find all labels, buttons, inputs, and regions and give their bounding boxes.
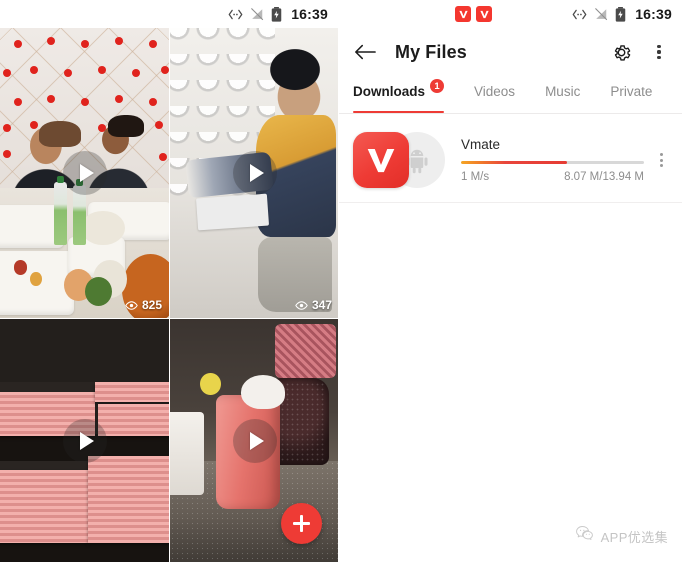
view-count-1-label: 825 [141, 298, 162, 312]
right-phone-screen: 16:39 My Files Downloads 1 Videos Music … [338, 0, 682, 562]
eye-icon [125, 300, 138, 310]
left-status-bar: 16:39 [0, 0, 338, 28]
battery-charging-icon [271, 6, 282, 22]
tab-downloads-label: Downloads [353, 83, 426, 99]
tab-private[interactable]: Private [610, 76, 652, 113]
tab-music[interactable]: Music [545, 76, 580, 113]
gear-icon[interactable] [610, 41, 632, 63]
play-button[interactable] [232, 419, 277, 463]
left-status-icons: 16:39 [228, 6, 328, 22]
tab-downloads[interactable]: Downloads 1 [353, 76, 445, 113]
downloads-list: Vmate 1 M/s 8.07 M/13.94 M [339, 114, 682, 203]
right-status-time: 16:39 [635, 6, 672, 22]
play-triangle-icon [79, 432, 94, 450]
right-status-bar: 16:39 [339, 0, 682, 28]
view-count-2: 347 [295, 298, 332, 312]
more-vertical-icon[interactable] [650, 152, 672, 168]
app-bar-actions [610, 41, 670, 63]
tab-private-label: Private [610, 83, 653, 99]
play-triangle-icon [249, 432, 264, 450]
download-thumbnail [353, 132, 445, 188]
video-grid: 825 347 [0, 28, 338, 562]
app-bar: My Files [339, 28, 682, 76]
tab-videos-label: Videos [474, 83, 516, 99]
play-button[interactable] [62, 419, 107, 463]
overflow-dots [657, 44, 661, 60]
wechat-logo-icon [575, 524, 594, 548]
right-status-notifications [349, 6, 572, 22]
download-meta: 1 M/s 8.07 M/13.94 M [461, 171, 644, 183]
view-count-2-label: 347 [311, 298, 332, 312]
left-status-time: 16:39 [291, 6, 328, 22]
download-overflow-dots [659, 152, 663, 168]
page-title: My Files [395, 41, 467, 62]
video-thumbnail-1[interactable]: 825 [0, 28, 169, 318]
download-speed: 1 M/s [461, 171, 490, 184]
signal-off-icon [594, 7, 608, 21]
watermark: APP优选集 [575, 524, 668, 548]
usb-debugging-icon [572, 8, 587, 21]
download-item[interactable]: Vmate 1 M/s 8.07 M/13.94 M [339, 120, 682, 203]
download-progress-fill [461, 160, 568, 165]
tab-videos[interactable]: Videos [474, 76, 515, 113]
tab-bar: Downloads 1 Videos Music Private [339, 76, 682, 114]
usb-debugging-icon [228, 8, 243, 21]
tab-downloads-badge: 1 [430, 79, 445, 93]
signal-off-icon [250, 7, 264, 21]
left-phone-screen: 16:39 825 347 [0, 0, 338, 562]
battery-charging-icon [615, 6, 626, 22]
video-thumbnail-3[interactable] [0, 319, 169, 562]
more-vertical-icon[interactable] [648, 41, 670, 63]
video-thumbnail-2[interactable]: 347 [170, 28, 338, 318]
vmate-app-icon [353, 132, 409, 188]
download-file-name: Vmate [461, 136, 501, 152]
back-arrow-icon[interactable] [353, 40, 377, 64]
download-progress-bar [461, 160, 644, 165]
vmate-notification-icon [476, 6, 493, 22]
play-button[interactable] [232, 151, 277, 195]
eye-icon [295, 300, 308, 310]
dual-phone-screenshot: 16:39 825 347 16:39 My Files Downloads 1… [0, 0, 682, 562]
download-size: 8.07 M/13.94 M [564, 171, 644, 184]
right-status-icons: 16:39 [572, 6, 672, 22]
add-button[interactable] [281, 503, 322, 544]
play-button[interactable] [62, 151, 107, 195]
download-info: Vmate 1 M/s 8.07 M/13.94 M [461, 136, 650, 183]
view-count-1: 825 [125, 298, 162, 312]
tab-music-label: Music [545, 83, 581, 99]
vmate-notification-icon [455, 6, 472, 22]
play-triangle-icon [249, 164, 264, 182]
play-triangle-icon [79, 164, 94, 182]
watermark-text: APP优选集 [600, 529, 668, 545]
